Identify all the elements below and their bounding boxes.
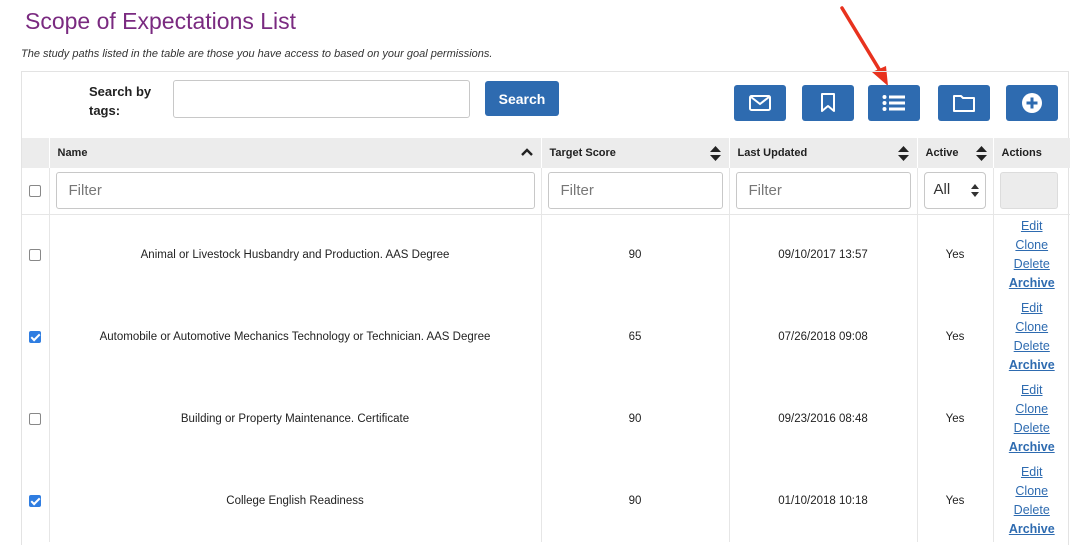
last-updated-filter-input[interactable] — [735, 172, 911, 210]
edit-link[interactable]: Edit — [995, 381, 1070, 400]
row-actions: Edit Clone Delete Archive — [992, 460, 1070, 542]
clone-link[interactable]: Clone — [995, 236, 1070, 255]
study-path-panel: Search by tags: Search Name Target Score… — [21, 71, 1070, 545]
row-checkbox[interactable] — [29, 495, 42, 507]
row-last-updated: 07/26/2018 09:08 — [728, 296, 917, 378]
bookmark-button[interactable] — [802, 85, 854, 121]
actions-filter-placeholder — [999, 172, 1058, 210]
row-target-score: 65 — [540, 296, 729, 378]
row-active: Yes — [916, 214, 993, 296]
row-last-updated: 09/10/2017 13:57 — [728, 214, 917, 296]
select-arrows-icon — [970, 184, 979, 198]
email-button[interactable] — [734, 85, 786, 121]
row-name: College English Readiness — [48, 460, 541, 542]
row-target-score: 90 — [540, 214, 729, 296]
row-actions: Edit Clone Delete Archive — [992, 214, 1070, 296]
bookmark-icon — [821, 93, 835, 112]
folder-icon — [953, 95, 975, 112]
delete-link[interactable]: Delete — [995, 337, 1070, 356]
column-header-last-updated[interactable]: Last Updated — [728, 138, 917, 168]
column-header-label: Last Updated — [737, 147, 808, 159]
sort-both-icon — [975, 146, 987, 161]
delete-link[interactable]: Delete — [995, 501, 1070, 520]
column-header-active[interactable]: Active — [916, 138, 993, 168]
table-row: Animal or Livestock Husbandry and Produc… — [22, 214, 1070, 296]
sort-ascending-icon — [520, 148, 533, 156]
delete-link[interactable]: Delete — [995, 255, 1070, 274]
delete-link[interactable]: Delete — [995, 419, 1070, 438]
sort-both-icon — [709, 146, 721, 161]
row-active: Yes — [916, 378, 993, 460]
target-score-filter-input[interactable] — [547, 172, 723, 210]
select-all-checkbox[interactable] — [29, 184, 42, 197]
edit-link[interactable]: Edit — [995, 463, 1070, 482]
column-header-name[interactable]: Name — [48, 138, 541, 168]
column-header-target-score[interactable]: Target Score — [540, 138, 729, 168]
row-last-updated: 09/23/2016 08:48 — [728, 378, 917, 460]
plus-circle-icon — [1022, 93, 1042, 113]
column-header-label: Actions — [1001, 147, 1042, 159]
archive-link[interactable]: Archive — [995, 356, 1070, 375]
edit-link[interactable]: Edit — [995, 299, 1070, 318]
search-label: Search by tags: — [89, 84, 152, 118]
column-header-label: Name — [57, 147, 88, 159]
row-target-score: 90 — [540, 378, 729, 460]
row-checkbox[interactable] — [29, 413, 42, 425]
clone-link[interactable]: Clone — [995, 318, 1070, 337]
study-path-table: Name Target Score Last Updated Active Ac… — [22, 138, 1070, 542]
search-tags-input[interactable] — [173, 80, 470, 118]
row-actions: Edit Clone Delete Archive — [992, 296, 1070, 378]
column-header-label: Active — [925, 147, 959, 159]
search-button[interactable]: Search — [485, 81, 559, 116]
edit-link[interactable]: Edit — [995, 217, 1070, 236]
row-name: Animal or Livestock Husbandry and Produc… — [48, 214, 541, 296]
row-name: Automobile or Automotive Mechanics Techn… — [48, 296, 541, 378]
page-title: Scope of Expectations List — [25, 8, 297, 34]
row-checkbox[interactable] — [29, 249, 42, 262]
table-row: College English Readiness 90 01/10/2018 … — [22, 460, 1070, 542]
column-header-actions: Actions — [992, 138, 1070, 168]
add-button[interactable] — [1006, 85, 1058, 121]
select-column-header — [22, 138, 49, 168]
filter-row: All — [22, 168, 1070, 215]
archive-link[interactable]: Archive — [995, 520, 1070, 539]
sort-both-icon — [897, 146, 909, 161]
active-filter-value: All — [933, 181, 951, 199]
list-icon — [882, 95, 905, 111]
list-view-button[interactable] — [868, 85, 920, 121]
row-target-score: 90 — [540, 460, 729, 542]
row-last-updated: 01/10/2018 10:18 — [728, 460, 917, 542]
row-active: Yes — [916, 460, 993, 542]
clone-link[interactable]: Clone — [995, 400, 1070, 419]
archive-link[interactable]: Archive — [995, 274, 1070, 293]
name-filter-input[interactable] — [55, 172, 535, 210]
archive-link[interactable]: Archive — [995, 438, 1070, 457]
column-header-label: Target Score — [549, 147, 616, 159]
page-subtitle: The study paths listed in the table are … — [21, 48, 493, 60]
folder-button[interactable] — [938, 85, 990, 121]
row-actions: Edit Clone Delete Archive — [992, 378, 1070, 460]
row-active: Yes — [916, 296, 993, 378]
table-row: Automobile or Automotive Mechanics Techn… — [22, 296, 1070, 378]
envelope-icon — [749, 95, 771, 111]
table-row: Building or Property Maintenance. Certif… — [22, 378, 1070, 460]
row-checkbox[interactable] — [29, 331, 42, 343]
row-name: Building or Property Maintenance. Certif… — [48, 378, 541, 460]
active-filter-select[interactable]: All — [923, 172, 986, 210]
clone-link[interactable]: Clone — [995, 482, 1070, 501]
